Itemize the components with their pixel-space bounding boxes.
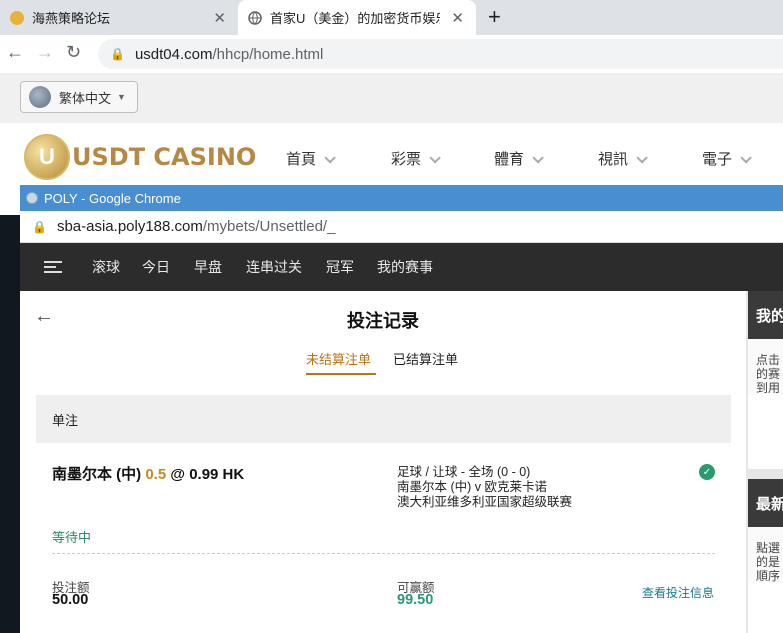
bet-status: 等待中	[52, 530, 92, 545]
caret-down-icon: ▼	[117, 92, 126, 102]
back-icon[interactable]: ←	[6, 42, 24, 63]
nav-live[interactable]: 滚球	[92, 257, 120, 277]
site-header: U USDT CASINO 首頁 彩票 體育 視訊 電子	[0, 123, 783, 185]
dashed-divider	[52, 553, 715, 554]
language-select[interactable]: 繁体中文 ▼	[20, 81, 138, 113]
bet-handicap: 0.5	[145, 466, 167, 483]
nav-my-events[interactable]: 我的赛事	[377, 257, 433, 277]
close-tab-icon[interactable]: ✕	[451, 9, 464, 27]
poly-popup-window: POLY - Google Chrome 🔒 sba-asia.poly188.…	[20, 185, 783, 633]
url-host: sba-asia.poly188.com	[56, 218, 203, 235]
card-title: 我的	[748, 291, 783, 339]
forward-icon[interactable]: →	[36, 42, 54, 63]
nav-today[interactable]: 今日	[142, 257, 170, 277]
language-label: 繁体中文	[59, 90, 112, 106]
background-banner	[0, 215, 20, 633]
site-nav-lottery[interactable]: 彩票	[391, 148, 441, 169]
bet-at: @	[170, 466, 186, 483]
lock-icon: 🔒	[110, 47, 125, 61]
bet-odds: 0.99 HK	[189, 466, 245, 483]
tab-settled[interactable]: 已结算注单	[393, 349, 458, 368]
chevron-down-icon	[532, 152, 544, 164]
card-line: 的是	[756, 555, 781, 569]
bet-history-panel: ← 投注记录 未结算注单 已结算注单 单注 南墨尔本 (中) 0.5 @ 0.9…	[20, 291, 746, 633]
nav-parlay[interactable]: 连串过关	[246, 257, 302, 277]
bet-team: 南墨尔本 (中)	[52, 466, 142, 483]
popup-title: POLY - Google Chrome	[44, 190, 181, 206]
browser-tab-casino[interactable]: 首家U（美金）的加密货币娱乐城 ✕	[238, 0, 476, 35]
close-tab-icon[interactable]: ✕	[213, 9, 226, 27]
tab-label: 海燕策略论坛	[32, 11, 111, 26]
logo-text: USDT CASINO	[72, 143, 257, 171]
url-path: /hhcp/home.html	[212, 45, 324, 63]
reload-icon[interactable]: ↻	[66, 42, 81, 63]
chrome-app-icon	[26, 192, 38, 204]
new-tab-button[interactable]: +	[488, 4, 501, 30]
nav-outright[interactable]: 冠军	[326, 257, 354, 277]
url-host: usdt04.com	[134, 45, 213, 63]
site-nav-label: 電子	[702, 151, 733, 168]
tab-unsettled[interactable]: 未结算注单	[306, 349, 371, 368]
bet-league: 澳大利亚维多利亚国家超级联赛	[397, 495, 573, 509]
menu-icon[interactable]	[44, 258, 62, 276]
url-path: /mybets/Unsettled/_	[202, 218, 336, 235]
tab-label: 首家U（美金）的加密货币娱乐城	[270, 11, 440, 26]
latest-card: 最新 點選 的是 順序	[748, 479, 783, 633]
browser-tab-forum[interactable]: 海燕策略论坛 ✕	[0, 0, 238, 35]
popup-url-field[interactable]: 🔒 sba-asia.poly188.com/mybets/Unsettled/…	[20, 211, 783, 243]
card-title: 最新	[748, 479, 783, 527]
site-nav-label: 首頁	[286, 151, 317, 168]
address-toolbar: ← → ↻ 🔒 usdt04.com/hhcp/home.html	[0, 35, 783, 73]
site-nav-electronic[interactable]: 電子	[702, 148, 752, 169]
page-title: 投注记录	[347, 311, 419, 331]
popup-title-bar: POLY - Google Chrome	[20, 185, 783, 211]
bet-event-info: 足球 / 让球 - 全场 (0 - 0) 南墨尔本 (中) v 欧克莱卡诺 澳大…	[397, 465, 572, 510]
nav-early[interactable]: 早盘	[194, 257, 222, 277]
check-circle-icon: ✓	[699, 464, 715, 480]
site-nav-label: 體育	[494, 151, 525, 168]
card-line: 點選	[756, 541, 781, 555]
sports-nav-bar: 滚球 今日 早盘 连串过关 冠军 我的赛事	[20, 243, 783, 291]
lock-icon: 🔒	[32, 219, 47, 234]
card-line: 到用	[756, 381, 781, 395]
site-logo[interactable]: U USDT CASINO	[24, 134, 257, 180]
url-field[interactable]: 🔒 usdt04.com/hhcp/home.html	[98, 39, 783, 69]
forum-favicon-icon	[10, 10, 24, 25]
stake-value: 50.00	[52, 592, 89, 608]
chevron-down-icon	[740, 152, 752, 164]
chevron-down-icon	[636, 152, 648, 164]
active-tab-indicator	[306, 373, 376, 375]
section-header: 单注	[36, 395, 731, 443]
chevron-down-icon	[429, 152, 441, 164]
site-nav-video[interactable]: 視訊	[598, 148, 648, 169]
card-line: 点击	[756, 353, 781, 367]
section-label: 单注	[52, 412, 79, 428]
globe-icon	[29, 86, 51, 108]
my-card: 我的 点击 的赛 到用	[748, 291, 783, 469]
browser-tab-strip: 海燕策略论坛 ✕ 首家U（美金）的加密货币娱乐城 ✕ +	[0, 0, 783, 35]
language-bar: 繁体中文 ▼	[0, 73, 783, 123]
bet-selection: 南墨尔本 (中) 0.5 @ 0.99 HK	[52, 463, 244, 484]
card-body: 点击 的赛 到用	[748, 339, 783, 395]
bet-match: 南墨尔本 (中) v 欧克莱卡诺	[397, 480, 547, 494]
view-bet-details-link[interactable]: 查看投注信息	[642, 584, 714, 601]
card-line: 的赛	[756, 367, 781, 381]
bet-market: 足球 / 让球 - 全场 (0 - 0)	[397, 465, 531, 479]
site-nav-sports[interactable]: 體育	[494, 148, 544, 169]
logo-coin-icon: U	[24, 134, 70, 180]
win-value: 99.50	[397, 592, 434, 608]
globe-favicon-icon	[248, 10, 262, 25]
site-nav-label: 彩票	[391, 151, 422, 168]
chevron-down-icon	[324, 152, 336, 164]
site-nav-label: 視訊	[598, 151, 629, 168]
card-body: 點選 的是 順序	[748, 527, 783, 583]
site-nav-home[interactable]: 首頁	[286, 148, 336, 169]
card-line: 順序	[756, 569, 781, 583]
